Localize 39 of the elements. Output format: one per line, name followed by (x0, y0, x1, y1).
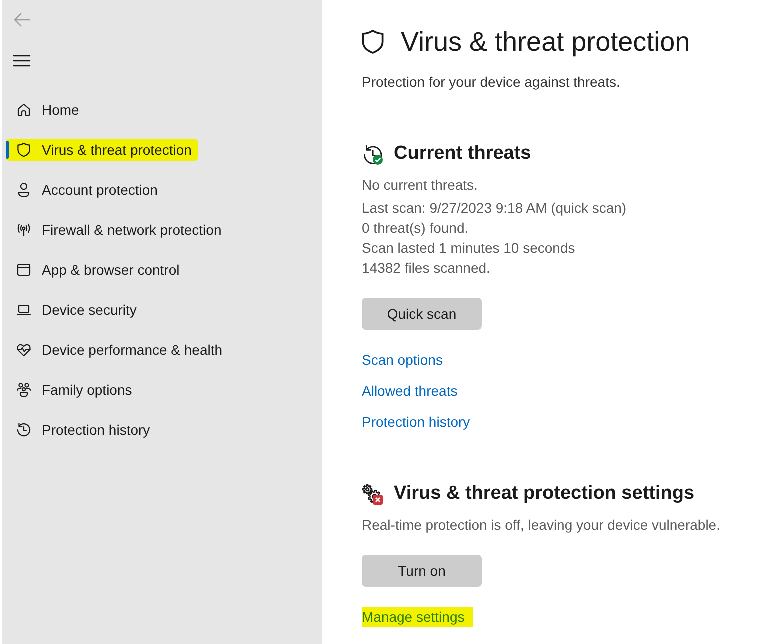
sidebar-item[interactable]: Firewall & network protection (6, 219, 228, 241)
people-icon (16, 382, 32, 398)
shield-icon (362, 30, 384, 54)
selection-indicator (6, 141, 9, 159)
sidebar-item[interactable]: Protection history (6, 419, 156, 441)
page-title: Virus & threat protection (401, 26, 690, 59)
sidebar-item[interactable]: Family options (6, 379, 138, 401)
heart-pulse-icon (16, 342, 32, 358)
link[interactable]: Protection history (362, 412, 470, 432)
action-button[interactable]: Turn on (362, 555, 482, 587)
status-text: No current threats. (362, 176, 478, 195)
page-description: Protection for your device against threats. (362, 73, 622, 92)
sidebar-item[interactable]: App & browser control (6, 259, 186, 281)
sidebar-item[interactable]: Device security (6, 299, 143, 321)
scan-detail-text: Scan lasted 1 minutes 10 seconds (362, 239, 576, 258)
window-icon (16, 262, 32, 278)
history-icon (362, 144, 382, 164)
sidebar-item[interactable]: Virus & threat protection (6, 139, 198, 161)
link[interactable]: Scan options (362, 350, 443, 370)
menu-icon[interactable] (13, 54, 31, 68)
section-heading: Virus & threat protection settings (394, 482, 695, 506)
sidebar-item[interactable]: Home (6, 99, 86, 121)
shield-icon (16, 142, 32, 158)
action-button[interactable]: Quick scan (362, 298, 482, 330)
history-icon (16, 422, 32, 438)
link[interactable]: Allowed threats (362, 381, 458, 401)
antenna-icon (16, 222, 32, 238)
home-icon (16, 102, 32, 118)
link[interactable]: Manage settings (362, 607, 473, 627)
laptop-icon (16, 302, 32, 318)
scan-detail-text: Last scan: 9/27/2023 9:18 AM (quick scan) (362, 199, 627, 218)
sidebar-item[interactable]: Account protection (6, 179, 164, 201)
section-heading: Current threats (394, 142, 532, 166)
gears-icon (362, 484, 382, 504)
status-text: Real-time protection is off, leaving your device vulnerable. (362, 516, 720, 535)
sidebar-item[interactable]: Device performance & health (6, 339, 229, 361)
person-icon (16, 182, 32, 198)
scan-detail-text: 0 threat(s) found. (362, 219, 470, 238)
scan-detail-text: 14382 files scanned. (362, 259, 492, 278)
